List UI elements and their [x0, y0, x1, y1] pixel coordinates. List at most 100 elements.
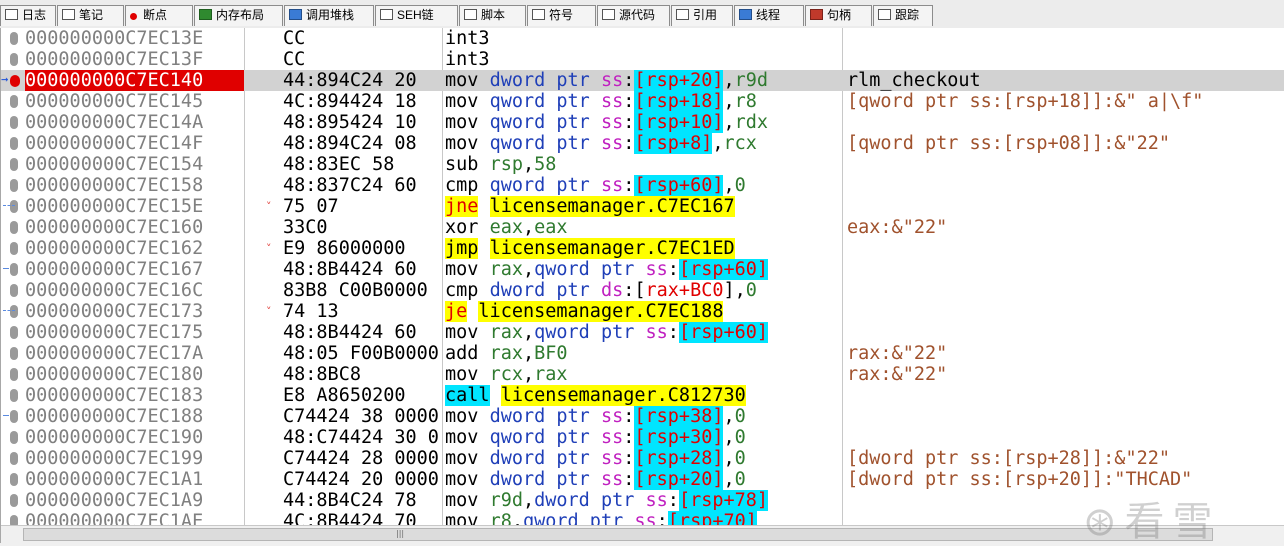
breakpoint-slot-icon[interactable] — [10, 179, 18, 192]
bytes-cell[interactable]: 48:895424 10 — [283, 112, 440, 133]
instruction-cell[interactable]: xor eax,eax — [445, 217, 839, 238]
tab-source-code[interactable]: 源代码 — [597, 5, 670, 26]
address-cell[interactable]: 000000000C7EC17A — [25, 343, 244, 364]
disassembly-row[interactable]: 000000000C7EC199 C74424 28 00000000mov dw… — [1, 448, 1284, 469]
bytes-cell[interactable]: 48:8B4424 60 — [283, 322, 440, 343]
breakpoint-slot-icon[interactable] — [10, 347, 18, 360]
breakpoint-slot-icon[interactable] — [10, 389, 18, 402]
breakpoint-slot-icon[interactable] — [10, 95, 18, 108]
bytes-cell[interactable]: 48:C74424 30 00000000 — [283, 427, 440, 448]
breakpoint-slot-icon[interactable] — [10, 284, 18, 297]
disassembly-row[interactable]: 000000000C7EC1A1 C74424 20 00000000mov dw… — [1, 469, 1284, 490]
disassembly-row[interactable]: 000000000C7EC14A 48:895424 10 mov qword pt… — [1, 112, 1284, 133]
address-cell[interactable]: 000000000C7EC1A1 — [25, 469, 244, 490]
bytes-cell[interactable]: E8 A8650200 — [283, 385, 440, 406]
address-cell[interactable]: 000000000C7EC1A9 — [25, 490, 244, 511]
breakpoint-slot-icon[interactable] — [10, 305, 18, 318]
tab-notes[interactable]: 笔记 — [57, 5, 124, 26]
tab-memory-map[interactable]: 内存布局 — [194, 5, 283, 26]
bytes-cell[interactable]: C74424 20 00000000 — [283, 469, 440, 490]
bytes-cell[interactable]: C74424 38 00000000 — [283, 406, 440, 427]
instruction-cell[interactable]: mov r9d,dword ptr ss:[rsp+78] — [445, 490, 839, 511]
disassembly-row[interactable]: 000000000C7EC14F 48:894C24 08 mov qword pt… — [1, 133, 1284, 154]
disassembly-row[interactable]: 000000000C7EC154 48:83EC 58 sub rsp,58 — [1, 154, 1284, 175]
bytes-cell[interactable]: 44:8B4C24 78 — [283, 490, 440, 511]
tab-script[interactable]: 脚本 — [459, 5, 526, 26]
instruction-cell[interactable]: mov rcx,rax — [445, 364, 839, 385]
address-cell[interactable]: 000000000C7EC188 — [25, 406, 244, 427]
disassembly-row[interactable]: 000000000C7EC167 48:8B4424 60 mov rax,qwor… — [1, 259, 1284, 280]
disassembly-row[interactable]: 000000000C7EC16C 83B8 C00B0000 00cmp dwor… — [1, 280, 1284, 301]
instruction-cell[interactable]: mov dword ptr ss:[rsp+38],0 — [445, 406, 839, 427]
breakpoint-slot-icon[interactable] — [10, 473, 18, 486]
address-cell[interactable]: 000000000C7EC13F — [25, 49, 244, 70]
bytes-cell[interactable]: 4C:894424 18 — [283, 91, 440, 112]
instruction-cell[interactable]: mov qword ptr ss:[rsp+8],rcx — [445, 133, 839, 154]
bytes-cell[interactable]: 33C0 — [283, 217, 440, 238]
tab-handles[interactable]: 句柄 — [805, 5, 872, 26]
breakpoint-slot-icon[interactable] — [10, 221, 18, 234]
comment-cell[interactable]: rlm_checkout — [847, 70, 1284, 91]
instruction-cell[interactable]: mov dword ptr ss:[rsp+20],0 — [445, 469, 839, 490]
bytes-cell[interactable]: 44:894C24 20 — [283, 70, 440, 91]
instruction-cell[interactable]: call licensemanager.C812730 — [445, 385, 839, 406]
instruction-cell[interactable]: je licensemanager.C7EC188 — [445, 301, 839, 322]
bytes-cell[interactable]: E9 86000000 — [283, 238, 440, 259]
instruction-cell[interactable]: cmp qword ptr ss:[rsp+60],0 — [445, 175, 839, 196]
disassembly-row[interactable]: 000000000C7EC13F CC int3 — [1, 49, 1284, 70]
breakpoint-slot-icon[interactable] — [10, 368, 18, 381]
bytes-cell[interactable]: 48:83EC 58 — [283, 154, 440, 175]
address-cell[interactable]: 000000000C7EC13E — [25, 28, 244, 49]
bytes-cell[interactable]: CC — [283, 28, 440, 49]
disassembly-row[interactable]: 000000000C7EC180 48:8BC8 mov rcx,rax rax:&"… — [1, 364, 1284, 385]
instruction-cell[interactable]: mov rax,qword ptr ss:[rsp+60] — [445, 322, 839, 343]
address-cell[interactable]: 000000000C7EC154 — [25, 154, 244, 175]
comment-cell[interactable]: [dword ptr ss:[rsp+28]]:&"22" — [847, 448, 1284, 469]
breakpoint-slot-icon[interactable] — [10, 242, 18, 255]
bytes-cell[interactable]: C74424 28 00000000 — [283, 448, 440, 469]
instruction-cell[interactable]: cmp dword ptr ds:[rax+BC0],0 — [445, 280, 839, 301]
bytes-cell[interactable]: 75 07 — [283, 196, 440, 217]
breakpoint-slot-icon[interactable] — [10, 410, 18, 423]
instruction-cell[interactable]: sub rsp,58 — [445, 154, 839, 175]
bytes-cell[interactable]: 48:894C24 08 — [283, 133, 440, 154]
disassembly-row[interactable]: 000000000C7EC17A 48:05 F00B0000 add rax,BF… — [1, 343, 1284, 364]
address-cell[interactable]: 000000000C7EC175 — [25, 322, 244, 343]
address-cell[interactable]: 000000000C7EC183 — [25, 385, 244, 406]
bytes-cell[interactable]: 48:05 F00B0000 — [283, 343, 440, 364]
address-cell[interactable]: 000000000C7EC145 — [25, 91, 244, 112]
disassembly-row[interactable]: 000000000C7EC158 48:837C24 60 cmp qword pt… — [1, 175, 1284, 196]
instruction-cell[interactable]: mov qword ptr ss:[rsp+18],r8 — [445, 91, 839, 112]
tab-log[interactable]: 日志 — [0, 5, 56, 26]
tab-breakpoint[interactable]: 断点 — [125, 5, 193, 26]
address-cell[interactable]: 000000000C7EC199 — [25, 448, 244, 469]
instruction-cell[interactable]: mov rax,qword ptr ss:[rsp+60] — [445, 259, 839, 280]
instruction-cell[interactable]: jne licensemanager.C7EC167 — [445, 196, 839, 217]
instruction-cell[interactable]: mov qword ptr ss:[rsp+30],0 — [445, 427, 839, 448]
address-cell[interactable]: 000000000C7EC158 — [25, 175, 244, 196]
disassembly-row[interactable]: 000000000C7EC188 C74424 38 00000000mov dw… — [1, 406, 1284, 427]
address-cell[interactable]: 000000000C7EC167 — [25, 259, 244, 280]
address-cell[interactable]: 000000000C7EC14F — [25, 133, 244, 154]
address-cell[interactable]: 000000000C7EC140 — [25, 70, 244, 91]
breakpoint-slot-icon[interactable] — [10, 494, 18, 507]
disassembly-row[interactable]: 000000000C7EC162 ˅ E9 86000000 jmp licensem… — [1, 238, 1284, 259]
address-cell[interactable]: 000000000C7EC173 — [25, 301, 244, 322]
bytes-cell[interactable]: 48:8BC8 — [283, 364, 440, 385]
breakpoint-slot-icon[interactable] — [10, 137, 18, 150]
comment-cell[interactable]: [qword ptr ss:[rsp+18]]:&" a|\f" — [847, 91, 1284, 112]
breakpoint-active-icon[interactable] — [10, 75, 20, 87]
disassembly-row[interactable]: 000000000C7EC13E CC int3 — [1, 28, 1284, 49]
instruction-cell[interactable]: jmp licensemanager.C7EC1ED — [445, 238, 839, 259]
bytes-cell[interactable]: 48:8B4424 60 — [283, 259, 440, 280]
breakpoint-slot-icon[interactable] — [10, 431, 18, 444]
address-cell[interactable]: 000000000C7EC190 — [25, 427, 244, 448]
tab-call-stack[interactable]: 调用堆栈 — [284, 5, 374, 26]
disassembly-row[interactable]: 000000000C7EC183 E8 A8650200 call licensem… — [1, 385, 1284, 406]
breakpoint-slot-icon[interactable] — [10, 326, 18, 339]
disassembly-row[interactable]: → 000000000C7EC140 44:894C24 20 mov dword p… — [1, 70, 1284, 91]
address-cell[interactable]: 000000000C7EC160 — [25, 217, 244, 238]
disassembly-row[interactable]: 000000000C7EC190 48:C74424 30 00000000mov… — [1, 427, 1284, 448]
address-cell[interactable]: 000000000C7EC16C — [25, 280, 244, 301]
tab-threads[interactable]: 线程 — [734, 5, 804, 26]
